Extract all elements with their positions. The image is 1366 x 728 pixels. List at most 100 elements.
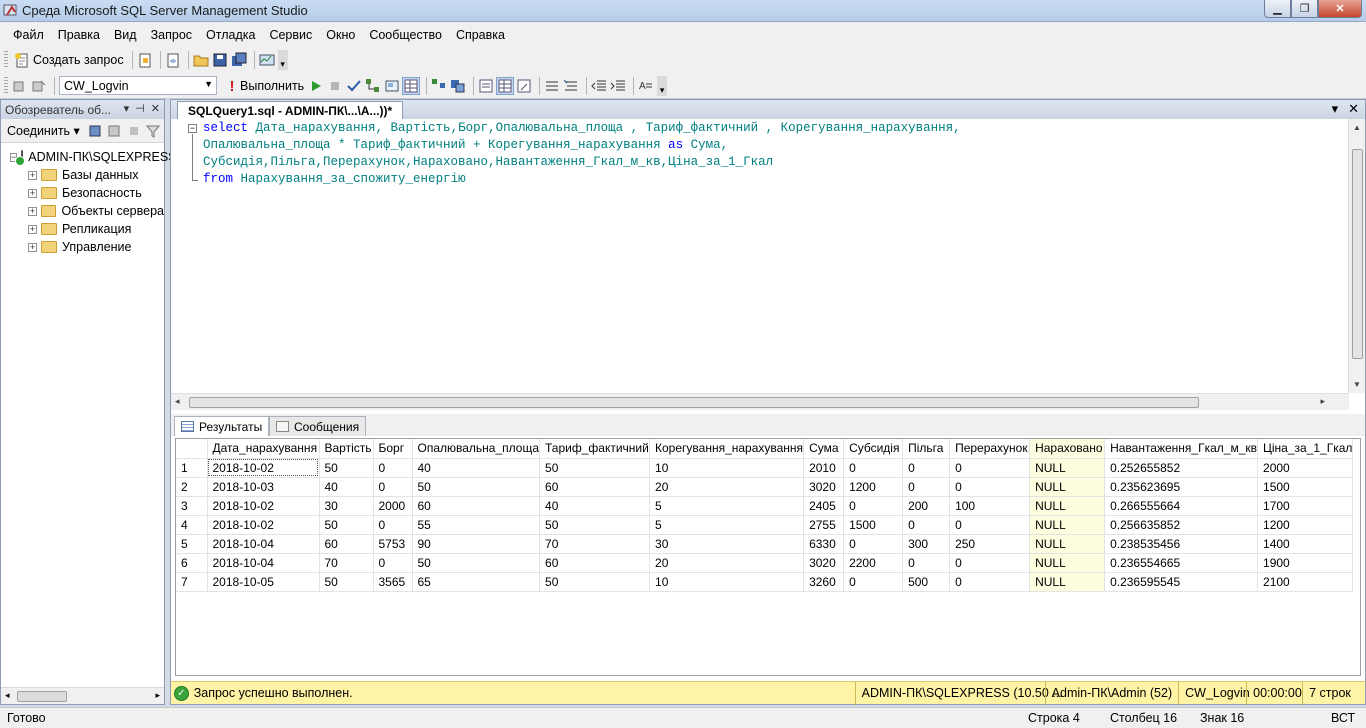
include-plan-icon[interactable]	[431, 78, 447, 94]
menu-community[interactable]: Сообщество	[362, 28, 449, 42]
table-cell[interactable]: NULL	[1029, 458, 1106, 478]
table-cell[interactable]: 2018-10-02	[207, 458, 320, 478]
results-grid-selected-icon[interactable]	[496, 76, 515, 95]
table-cell[interactable]: 0.238535456	[1104, 534, 1259, 554]
database-engine-query-icon[interactable]	[165, 52, 181, 68]
table-cell[interactable]: NULL	[1029, 572, 1106, 592]
client-stats-icon[interactable]	[450, 78, 466, 94]
close-tab-icon[interactable]: ✕	[1348, 101, 1359, 117]
query-designer-icon[interactable]	[384, 78, 400, 94]
panel-dropdown-icon[interactable]: ▾	[124, 102, 130, 115]
table-cell[interactable]: 2405	[803, 496, 845, 516]
table-cell[interactable]: 20	[649, 477, 805, 497]
tab-sqlquery1[interactable]: SQLQuery1.sql - ADMIN-ПК\...\A...))*	[177, 101, 404, 119]
table-cell[interactable]: 0.235623695	[1104, 477, 1259, 497]
table-cell[interactable]: 10	[649, 458, 805, 478]
expand-icon[interactable]: +	[28, 188, 37, 198]
change-connection-icon[interactable]	[31, 78, 47, 94]
decrease-indent-icon[interactable]	[591, 78, 607, 94]
table-cell[interactable]: 20	[649, 553, 805, 573]
scroll-up-icon[interactable]: ▲	[1353, 123, 1361, 132]
save-icon[interactable]	[212, 52, 228, 68]
column-header[interactable]: Дата_нарахування	[207, 439, 320, 459]
tree-node-databases[interactable]: + Базы данных	[1, 166, 164, 184]
table-cell[interactable]: 0	[902, 477, 951, 497]
table-cell[interactable]: 40	[412, 458, 541, 478]
table-cell[interactable]: 500	[902, 572, 951, 592]
database-select[interactable]: CW_Logvin ▼	[59, 76, 217, 95]
results-to-file-icon[interactable]	[516, 78, 532, 94]
table-cell[interactable]: 0.236595545	[1104, 572, 1259, 592]
debug-play-icon[interactable]	[308, 78, 324, 94]
toolbar-grip[interactable]	[4, 51, 8, 69]
scroll-thumb[interactable]	[189, 397, 1199, 408]
close-icon[interactable]: ✕	[151, 102, 160, 115]
row-number-cell[interactable]: 2	[176, 477, 208, 497]
table-cell[interactable]: 60	[539, 477, 651, 497]
editor-hscroll[interactable]: ◂ ▸	[171, 393, 1349, 410]
table-cell[interactable]: 2018-10-05	[207, 572, 320, 592]
table-cell[interactable]: 2018-10-02	[207, 515, 320, 535]
column-header[interactable]: Тариф_фактичний	[539, 439, 651, 459]
table-cell[interactable]: NULL	[1029, 496, 1106, 516]
stop-icon[interactable]	[126, 123, 142, 139]
scroll-right-icon[interactable]: ▸	[155, 690, 160, 701]
table-cell[interactable]: 2018-10-03	[207, 477, 320, 497]
table-cell[interactable]: 0	[843, 496, 904, 516]
table-cell[interactable]: 5	[649, 496, 805, 516]
connect-dropdown-button[interactable]: Соединить ▾	[7, 123, 80, 138]
column-header[interactable]: Ціна_за_1_Гкал	[1257, 439, 1354, 459]
results-to-grid-icon[interactable]	[402, 76, 421, 95]
tree-node-server-objects[interactable]: + Объекты сервера	[1, 202, 164, 220]
table-cell[interactable]: 250	[949, 534, 1031, 554]
table-cell[interactable]: 0	[373, 458, 413, 478]
table-cell[interactable]: 1200	[843, 477, 904, 497]
table-cell[interactable]: 2010	[803, 458, 845, 478]
table-cell[interactable]: 0	[949, 458, 1031, 478]
column-header[interactable]: Сума	[803, 439, 845, 459]
table-cell[interactable]: 0	[902, 515, 951, 535]
table-cell[interactable]: NULL	[1029, 477, 1106, 497]
row-number-cell[interactable]: 6	[176, 553, 208, 573]
row-number-cell[interactable]: 5	[176, 534, 208, 554]
menu-edit[interactable]: Правка	[51, 28, 107, 42]
filter-icon[interactable]	[145, 123, 161, 139]
toolbar-grip[interactable]	[4, 76, 8, 95]
execute-button[interactable]: ! Выполнить	[225, 76, 306, 96]
menu-query[interactable]: Запрос	[144, 28, 199, 42]
table-cell[interactable]: 2000	[1257, 458, 1354, 478]
open-folder-icon[interactable]	[193, 52, 209, 68]
table-cell[interactable]: 1700	[1257, 496, 1354, 516]
table-cell[interactable]: 30	[649, 534, 805, 554]
maximize-button[interactable]: ❐	[1291, 0, 1318, 18]
table-cell[interactable]: 1500	[843, 515, 904, 535]
table-cell[interactable]: 0.266555664	[1104, 496, 1259, 516]
table-cell[interactable]: 0	[843, 458, 904, 478]
new-file-icon[interactable]	[137, 52, 153, 68]
table-cell[interactable]: 90	[412, 534, 541, 554]
table-cell[interactable]: 60	[412, 496, 541, 516]
table-cell[interactable]: 6330	[803, 534, 845, 554]
scroll-thumb[interactable]	[17, 691, 67, 702]
column-header[interactable]: Навантаження_Гкал_м_кв	[1104, 439, 1259, 459]
tree-node-replication[interactable]: + Репликация	[1, 220, 164, 238]
table-cell[interactable]: 200	[902, 496, 951, 516]
column-header[interactable]: Борг	[373, 439, 413, 459]
tab-results[interactable]: Результаты	[174, 416, 270, 436]
increase-indent-icon[interactable]	[610, 78, 626, 94]
scroll-thumb[interactable]	[1352, 149, 1363, 359]
table-cell[interactable]: 0.236554665	[1104, 553, 1259, 573]
table-cell[interactable]: 50	[539, 572, 651, 592]
uncomment-lines-icon[interactable]	[563, 78, 579, 94]
table-cell[interactable]: 5753	[373, 534, 413, 554]
table-cell[interactable]: NULL	[1029, 515, 1106, 535]
connect-object-explorer-icon[interactable]	[88, 123, 104, 139]
menu-file[interactable]: Файл	[6, 28, 51, 42]
table-cell[interactable]: 40	[539, 496, 651, 516]
sql-code-editor[interactable]: − select Дата_нарахування, Вартість,Борг…	[171, 119, 1349, 393]
menu-window[interactable]: Окно	[319, 28, 362, 42]
table-cell[interactable]: 2000	[373, 496, 413, 516]
table-cell[interactable]: 0.252655852	[1104, 458, 1259, 478]
connect-icon[interactable]	[12, 78, 28, 94]
table-row[interactable]: 2 2018-10-03 40 0 50 60 20 3020 1200 0 0 NULL 0.2356…	[176, 477, 1354, 497]
